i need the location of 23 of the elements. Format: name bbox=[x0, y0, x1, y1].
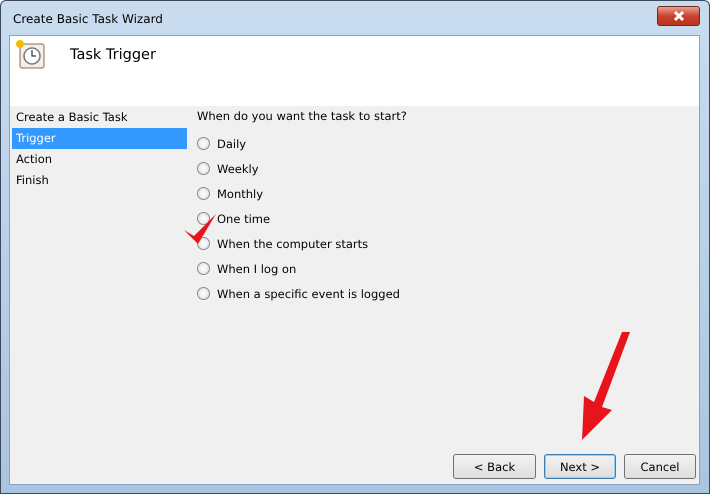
question-text: When do you want the task to start? bbox=[197, 109, 407, 125]
radio-button[interactable] bbox=[197, 187, 210, 200]
radio-button[interactable] bbox=[197, 212, 210, 225]
close-button[interactable] bbox=[657, 6, 700, 26]
step-item[interactable]: Finish bbox=[12, 170, 187, 191]
option-label[interactable]: One time bbox=[217, 212, 270, 226]
dialog-button[interactable]: < Back bbox=[453, 454, 536, 479]
option-label[interactable]: When I log on bbox=[217, 262, 296, 276]
option-label[interactable]: When a specific event is logged bbox=[217, 286, 400, 300]
radio-button[interactable] bbox=[197, 162, 210, 175]
radio-button[interactable] bbox=[197, 262, 210, 275]
step-item[interactable]: Create a Basic Task bbox=[12, 107, 187, 128]
window-title: Create Basic Task Wizard bbox=[12, 11, 163, 26]
option-label[interactable]: Weekly bbox=[217, 162, 259, 176]
step-item[interactable]: Action bbox=[12, 149, 187, 170]
dialog-button[interactable]: Next > bbox=[544, 454, 616, 479]
radio-button[interactable] bbox=[197, 287, 210, 300]
option-label[interactable]: Daily bbox=[217, 136, 246, 150]
radio-button[interactable] bbox=[197, 137, 210, 150]
option-label[interactable]: When the computer starts bbox=[217, 236, 368, 250]
option-label[interactable]: Monthly bbox=[217, 186, 264, 200]
page-heading: Task Trigger bbox=[70, 47, 156, 63]
dialog-button[interactable]: Cancel bbox=[624, 454, 696, 479]
